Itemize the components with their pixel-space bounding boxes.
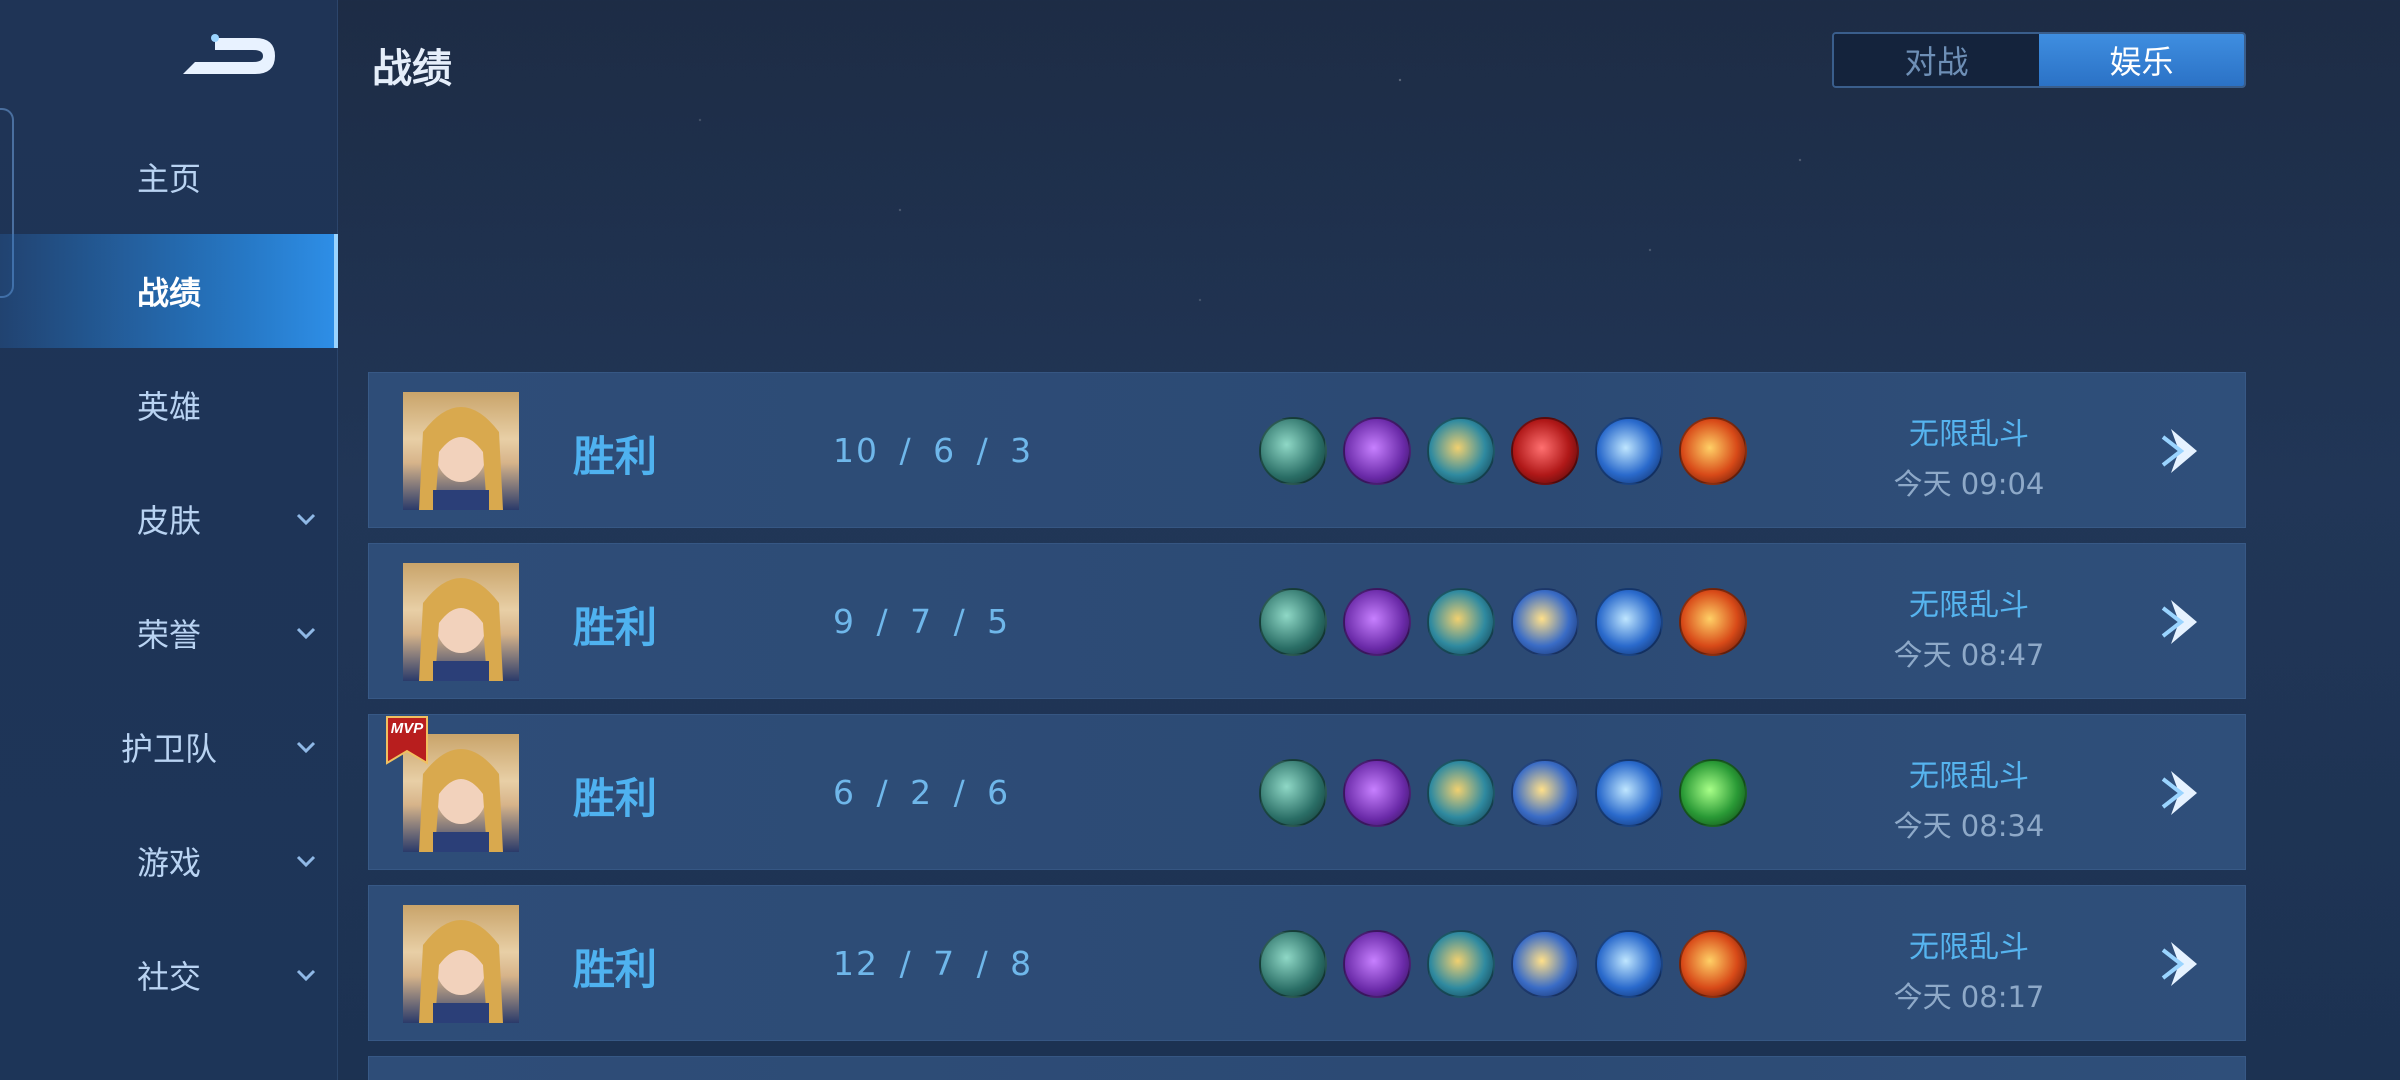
sidebar-item-label: 社交 xyxy=(136,958,201,996)
hero-avatar xyxy=(403,563,519,681)
chevron-down-icon xyxy=(296,513,316,526)
fire-orb-icon xyxy=(1679,588,1747,656)
boots-icon xyxy=(1259,588,1327,656)
boots-icon xyxy=(1259,417,1327,485)
fire-orb-icon xyxy=(1679,930,1747,998)
red-armor-icon xyxy=(1511,417,1579,485)
match-result: 胜利 xyxy=(573,945,658,994)
game-mode: 无限乱斗 xyxy=(1909,417,2029,452)
tab-entertainment[interactable]: 娱乐 xyxy=(2039,34,2244,86)
sidebar-item-social[interactable]: 社交 xyxy=(0,918,338,1032)
sidebar-item-label: 护卫队 xyxy=(120,730,217,768)
trident-icon xyxy=(1427,588,1495,656)
trident-icon xyxy=(1427,759,1495,827)
sidebar-item-skins[interactable]: 皮肤 xyxy=(0,462,338,576)
equipment-list xyxy=(1259,759,1763,827)
chevron-down-icon xyxy=(296,969,316,982)
sidebar-item-label: 荣誉 xyxy=(136,616,201,654)
mvp-label: MVP xyxy=(391,720,425,737)
golden-wings-icon xyxy=(1511,759,1579,827)
chevron-down-icon xyxy=(296,741,316,754)
hero-avatar xyxy=(403,905,519,1023)
chevron-right-icon[interactable] xyxy=(2161,936,2211,992)
match-time: 今天 08:34 xyxy=(1893,809,2045,843)
green-gem-icon xyxy=(1679,759,1747,827)
chevron-down-icon xyxy=(296,627,316,640)
kda-score: 9 / 7 / 5 xyxy=(833,602,1011,641)
sidebar-item-guard-team[interactable]: 护卫队 xyxy=(0,690,338,804)
match-row[interactable]: 胜利 12 / 7 / 8 无限乱斗 今天 08:17 xyxy=(368,885,2246,1041)
equipment-list xyxy=(1259,588,1763,656)
match-result: 胜利 xyxy=(573,432,658,481)
boots-icon xyxy=(1259,759,1327,827)
game-mode: 无限乱斗 xyxy=(1909,759,2029,794)
sidebar-item-label: 战绩 xyxy=(136,274,201,312)
chevron-right-icon[interactable] xyxy=(2161,765,2211,821)
match-info: 无限乱斗 今天 08:17 xyxy=(1879,922,2059,1016)
game-mode: 无限乱斗 xyxy=(1909,588,2029,623)
match-info: 无限乱斗 今天 09:04 xyxy=(1879,409,2059,503)
sidebar-item-label: 英雄 xyxy=(136,388,201,426)
match-time: 今天 08:17 xyxy=(1893,980,2045,1014)
match-row[interactable] xyxy=(368,1056,2246,1080)
chevron-down-icon xyxy=(296,855,316,868)
axe-icon xyxy=(1343,417,1411,485)
axe-icon xyxy=(1343,588,1411,656)
tab-battle[interactable]: 对战 xyxy=(1834,34,2039,86)
match-row[interactable]: 胜利 9 / 7 / 5 无限乱斗 今天 08:47 xyxy=(368,543,2246,699)
axe-icon xyxy=(1343,930,1411,998)
chevron-right-icon[interactable] xyxy=(2161,594,2211,650)
match-info: 无限乱斗 今天 08:47 xyxy=(1879,580,2059,674)
equipment-list xyxy=(1259,930,1763,998)
golden-wings-icon xyxy=(1511,930,1579,998)
chevron-right-icon[interactable] xyxy=(2161,423,2211,479)
sidebar-item-label: 皮肤 xyxy=(136,502,201,540)
sidebar-item-honor[interactable]: 荣誉 xyxy=(0,576,338,690)
match-time: 今天 08:47 xyxy=(1893,638,2045,672)
sidebar: 主页 战绩 英雄 皮肤 荣誉 护卫队 游戏 社交 xyxy=(0,0,338,1080)
sidebar-item-label: 游戏 xyxy=(136,844,201,882)
equipment-list xyxy=(1259,417,1763,485)
match-row[interactable]: 胜利 10 / 6 / 3 无限乱斗 今天 09:04 xyxy=(368,372,2246,528)
match-result: 胜利 xyxy=(573,774,658,823)
boots-icon xyxy=(1259,930,1327,998)
blade-icon xyxy=(1595,759,1663,827)
hero-avatar xyxy=(403,392,519,510)
sidebar-nav: 主页 战绩 英雄 皮肤 荣誉 护卫队 游戏 社交 xyxy=(0,120,338,1032)
page-title: 战绩 xyxy=(372,46,452,92)
mvp-badge-icon: MVP xyxy=(386,716,428,765)
mode-segmented-control: 对战 娱乐 xyxy=(1832,32,2246,88)
match-time: 今天 09:04 xyxy=(1893,467,2045,501)
axe-icon xyxy=(1343,759,1411,827)
trident-icon xyxy=(1427,417,1495,485)
sidebar-item-games[interactable]: 游戏 xyxy=(0,804,338,918)
game-mode: 无限乱斗 xyxy=(1909,930,2029,965)
match-row[interactable]: MVP 胜利 6 / 2 / 6 无限乱斗 今天 08:34 xyxy=(368,714,2246,870)
fire-orb-icon xyxy=(1679,417,1747,485)
trident-icon xyxy=(1427,930,1495,998)
sidebar-item-records[interactable]: 战绩 xyxy=(0,234,338,348)
sidebar-item-heroes[interactable]: 英雄 xyxy=(0,348,338,462)
back-button[interactable] xyxy=(175,28,281,84)
match-list: 胜利 10 / 6 / 3 无限乱斗 今天 09:04 胜利 9 / 7 / 5 xyxy=(368,372,2246,1080)
kda-score: 12 / 7 / 8 xyxy=(833,944,1034,983)
kda-score: 6 / 2 / 6 xyxy=(833,773,1011,812)
back-arrow-icon xyxy=(183,34,275,74)
blade-icon xyxy=(1595,930,1663,998)
match-result: 胜利 xyxy=(573,603,658,652)
blade-icon xyxy=(1595,588,1663,656)
sidebar-item-label: 主页 xyxy=(136,160,201,198)
blade-icon xyxy=(1595,417,1663,485)
sidebar-item-home[interactable]: 主页 xyxy=(0,120,338,234)
golden-wings-icon xyxy=(1511,588,1579,656)
kda-score: 10 / 6 / 3 xyxy=(833,431,1034,470)
match-info: 无限乱斗 今天 08:34 xyxy=(1879,751,2059,845)
